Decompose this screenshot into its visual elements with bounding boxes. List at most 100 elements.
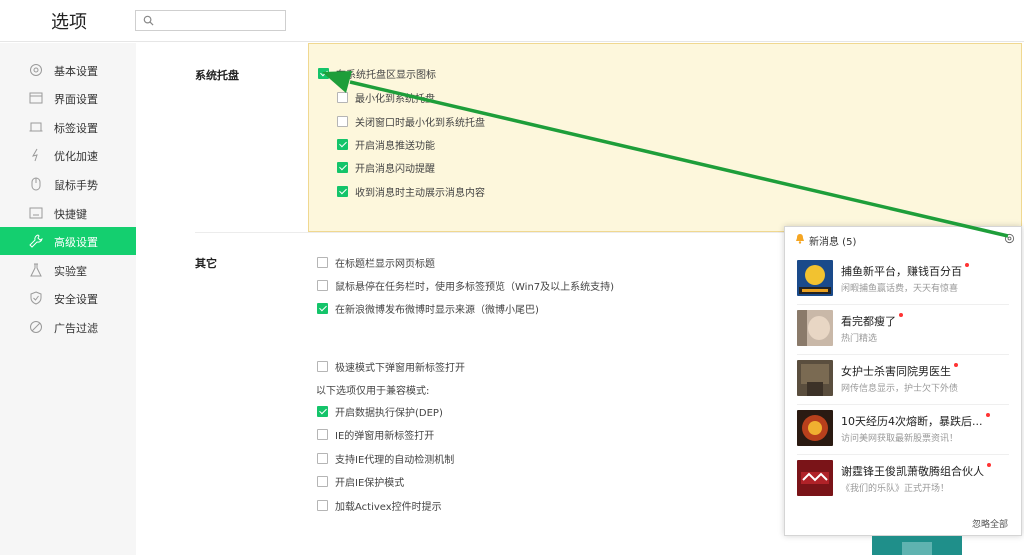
sidebar-item-tabs[interactable]: 标签设置 [0,113,136,141]
sidebar-item-basic[interactable]: 基本设置 [0,56,136,84]
unread-dot [954,363,958,367]
search-icon [143,15,154,26]
checkbox[interactable] [337,185,348,197]
tray-option[interactable]: 收到消息时主动展示消息内容 [337,184,485,199]
checkbox[interactable] [317,452,328,464]
news-title: 女护士杀害同院男医生 [841,365,951,378]
option-label: IE的弹窗用新标签打开 [335,430,435,442]
news-popup: 新消息 (5) 捕鱼新平台，赚钱百分百 闲暇捕鱼赢话费，天天有惊喜 看完都瘦了 … [784,226,1022,536]
sidebar-item-label: 标签设置 [54,122,98,135]
sidebar-item-label: 高级设置 [54,236,98,249]
compat-option[interactable]: 支持IE代理的自动检测机制 [317,451,455,466]
unread-dot [965,263,969,267]
news-thumbnail [797,460,833,496]
mouse-icon [31,177,41,191]
option-label: 在标题栏显示网页标题 [335,258,435,270]
checkbox[interactable] [317,279,328,291]
news-item[interactable]: 女护士杀害同院男医生 网传信息显示，护士欠下外债 [797,355,1009,405]
sidebar-item-label: 快捷键 [54,208,87,221]
sidebar-item-label: 优化加速 [54,150,98,163]
news-title: 10天经历4次熔断，暴跌后... [841,415,983,428]
news-title-wrap: 10天经历4次熔断，暴跌后... [841,413,990,429]
header: 选项 [0,0,1024,42]
other-section-label: 其它 [195,257,217,270]
news-item[interactable]: 捕鱼新平台，赚钱百分百 闲暇捕鱼赢话费，天天有惊喜 [797,255,1009,305]
option-label: 在系统托盘区显示图标 [336,69,436,81]
checkbox[interactable] [317,428,328,440]
tray-option[interactable]: 关闭窗口时最小化到系统托盘 [337,114,485,129]
news-thumbnail [797,360,833,396]
option-label: 开启数据执行保护(DEP) [335,407,443,419]
sidebar-item-speedup[interactable]: 优化加速 [0,141,136,169]
tray-option[interactable]: 在系统托盘区显示图标 [318,66,436,81]
taskbar-thumbnail-inner [902,542,932,555]
sidebar-item-security[interactable]: 安全设置 [0,284,136,312]
lightning-icon [31,148,38,162]
compat-option[interactable]: IE的弹窗用新标签打开 [317,427,435,442]
tray-option[interactable]: 开启消息推送功能 [337,137,435,152]
compat-option[interactable]: 开启IE保护模式 [317,474,404,489]
sidebar-item-ui[interactable]: 界面设置 [0,84,136,112]
news-title-wrap: 谢霆锋王俊凯萧敬腾组合伙人 [841,463,991,479]
news-title: 看完都瘦了 [841,315,896,328]
checkbox[interactable] [317,256,328,268]
checkbox[interactable] [337,161,348,173]
checkbox[interactable] [337,91,348,103]
flask-icon [30,263,42,277]
compat-heading: 以下选项仅用于兼容模式: [316,386,430,397]
sidebar-item-advanced[interactable]: 高级设置 [0,227,136,255]
news-title: 捕鱼新平台，赚钱百分百 [841,265,962,278]
checkbox[interactable] [337,138,348,150]
news-item[interactable]: 谢霆锋王俊凯萧敬腾组合伙人 《我们的乐队》正式开场！ [797,455,1009,505]
compat-option[interactable]: 开启数据执行保护(DEP) [317,404,443,419]
sidebar-item-mouse[interactable]: 鼠标手势 [0,170,136,198]
keyboard-icon [29,207,43,219]
other-option[interactable]: 鼠标悬停在任务栏时，使用多标签预览（Win7及以上系统支持) [317,278,614,293]
sidebar-item-lab[interactable]: 实验室 [0,256,136,284]
option-label: 开启消息推送功能 [355,140,435,152]
other-option[interactable]: 在新浪微博发布微博时显示来源（微博小尾巴) [317,301,539,316]
option-label: 支持IE代理的自动检测机制 [335,454,455,466]
option-label: 极速模式下弹窗用新标签打开 [335,362,465,374]
other-option[interactable]: 极速模式下弹窗用新标签打开 [317,359,465,374]
checkbox[interactable] [317,405,328,417]
sidebar-item-shortcut[interactable]: 快捷键 [0,199,136,227]
search-input[interactable] [135,10,286,31]
shield-icon [30,291,42,305]
gear-icon[interactable] [1004,233,1015,244]
news-item[interactable]: 看完都瘦了 热门精选 [797,305,1009,355]
other-option[interactable]: 在标题栏显示网页标题 [317,255,435,270]
option-label: 加载Activex控件时提示 [335,501,442,513]
tray-option[interactable]: 开启消息闪动提醒 [337,160,435,175]
news-subtitle: 网传信息显示，护士欠下外债 [841,384,959,394]
window-icon [29,92,43,104]
section-divider [195,232,785,233]
news-subtitle: 闲暇捕鱼赢话费，天天有惊喜 [841,284,959,294]
sidebar-item-label: 鼠标手势 [54,179,98,192]
news-item[interactable]: 10天经历4次熔断，暴跌后... 访问美网获取最新股票资讯！ [797,405,1009,455]
tray-option[interactable]: 最小化到系统托盘 [337,90,435,105]
news-title-wrap: 女护士杀害同院男医生 [841,363,958,379]
checkbox[interactable] [317,360,328,372]
news-title-wrap: 捕鱼新平台，赚钱百分百 [841,263,969,279]
news-subtitle: 《我们的乐队》正式开场！ [841,484,950,494]
option-label: 收到消息时主动展示消息内容 [355,187,485,199]
sidebar-item-adblock[interactable]: 广告过滤 [0,313,136,341]
news-thumbnail [797,310,833,346]
checkbox[interactable] [317,499,328,511]
option-label: 最小化到系统托盘 [355,93,435,105]
ignore-all-link[interactable]: 忽略全部 [972,517,1008,530]
unread-dot [899,313,903,317]
checkbox[interactable] [337,115,348,127]
checkbox[interactable] [317,302,328,314]
unread-dot [987,463,991,467]
sidebar-item-label: 实验室 [54,265,87,278]
wrench-icon [29,234,43,248]
taskbar-thumbnail[interactable] [872,536,962,555]
checkbox[interactable] [317,475,328,487]
block-icon [30,321,42,333]
news-subtitle: 访问美网获取最新股票资讯！ [841,434,959,444]
tab-icon [29,122,43,132]
checkbox[interactable] [318,67,329,79]
compat-option[interactable]: 加载Activex控件时提示 [317,498,442,513]
